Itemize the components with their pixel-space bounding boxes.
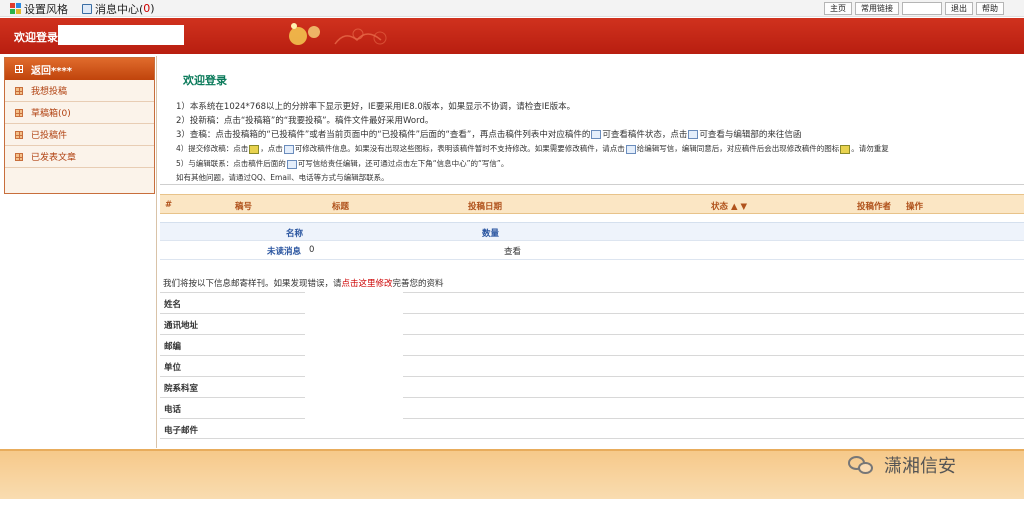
instruction-text: 可查看稿件状态，点击 [602, 130, 688, 140]
watermark-text: 潇湘信安 [884, 456, 956, 477]
expand-icon [15, 65, 23, 73]
messages-table-header: 名称 数量 [160, 222, 1024, 240]
unread-messages-count: 0 [309, 245, 315, 255]
col-date[interactable]: 投稿日期 [468, 200, 502, 212]
field-email: 电子邮件 [164, 426, 199, 436]
col-name: 名称 [286, 229, 304, 239]
col-number[interactable]: 稿号 [235, 200, 252, 212]
col-index: # [165, 200, 173, 210]
col-author[interactable]: 投稿作者 [857, 200, 891, 212]
write-letter-icon[interactable] [625, 144, 636, 154]
instruction-5: 5）与编辑联系：点击稿件后面的 可写信给责任编辑，还可通过点击左下角“信息中心”的… [176, 158, 508, 169]
sidebar-item-submit[interactable]: 我想投稿 [5, 80, 154, 102]
instruction-text: 5）与编辑联系：点击稿件后面的 [176, 159, 286, 168]
sidebar-item-label: 已投稿件 [31, 131, 68, 141]
message-count: 0 [143, 2, 151, 15]
wechat-icon [848, 454, 876, 476]
column-divider [156, 56, 157, 448]
instruction-6: 如有其他问题，请通过QQ、Email、电话等方式与编辑部联系。 [176, 173, 389, 182]
instruction-text: 可查看与编辑部的来往信函 [699, 130, 802, 140]
header-welcome: 欢迎登录 [14, 31, 58, 44]
top-toolbar: 设置风格 消息中心(0) 主页 常用链接 退出 帮助 [0, 0, 1024, 17]
instruction-4: 4）提交修改稿：点击 ，点击 可修改稿件信息。如果没有出现这些图标，表明该稿件暂时不… [176, 143, 889, 154]
page-title: 欢迎登录 [183, 74, 227, 87]
sidebar-item-submitted[interactable]: 已投稿件 [5, 124, 154, 146]
sidebar-item-label: 已发表文章 [31, 153, 77, 163]
note-text: 我们将按以下信息邮寄样刊。如果发现错误，请 [163, 279, 342, 289]
username-redacted [58, 25, 184, 45]
table-row: 姓名 [160, 292, 1024, 313]
field-department: 院系科室 [164, 384, 199, 394]
sidebar-item-label: 我想投稿 [31, 87, 68, 97]
message-center-label: 消息中心( [95, 2, 144, 16]
view-link[interactable]: 查看 [504, 245, 521, 257]
instruction-text: 3）查稿：点击投稿箱的“已投稿件”或者当前页面中的“已投稿件”后面的“查看”，再… [176, 130, 591, 140]
message-center-link[interactable]: 消息中心(0) [82, 1, 155, 17]
palette-icon [10, 3, 21, 14]
col-status[interactable]: 状态 ▲ ▼ [711, 200, 747, 212]
common-links-button[interactable]: 常用链接 [855, 2, 899, 15]
col-count: 数量 [482, 229, 500, 239]
field-name: 姓名 [164, 300, 182, 310]
grid-icon [15, 108, 23, 117]
table-row: 邮编 [160, 334, 1024, 355]
grid-icon [15, 152, 23, 161]
section-separator [160, 184, 1024, 185]
unread-messages-label: 未读消息 [267, 247, 302, 257]
table-bottom-border [160, 438, 1024, 439]
sidebar-back-label: 返回**** [31, 65, 72, 77]
col-title[interactable]: 标题 [332, 200, 349, 212]
table-row: 未读消息 0 查看 [160, 240, 1024, 260]
table-row: 电子邮件 [160, 418, 1024, 439]
magnifier-icon[interactable] [688, 130, 699, 139]
redacted-values [305, 292, 403, 444]
sidebar-item-drafts[interactable]: 草稿箱(0) [5, 102, 154, 124]
mailing-info-note: 我们将按以下信息邮寄样刊。如果发现错误，请点击这里修改完善您的资料 [163, 277, 444, 289]
table-row: 单位 [160, 355, 1024, 376]
festive-decoration-icon [289, 23, 387, 45]
table-row: 院系科室 [160, 376, 1024, 397]
sidebar-item-published[interactable]: 已发表文章 [5, 146, 154, 168]
field-organization: 单位 [164, 363, 182, 373]
instruction-1: 1）本系统在1024*768以上的分辨率下显示更好，IE要采用IE8.0版本，如… [176, 102, 576, 112]
home-button[interactable]: 主页 [824, 2, 852, 15]
upload-icon[interactable] [249, 144, 260, 154]
message-icon [82, 3, 92, 14]
field-postcode: 邮编 [164, 342, 182, 352]
edit-icon[interactable] [283, 144, 294, 154]
note-text: 完善您的资料 [392, 279, 444, 289]
instruction-3: 3）查稿：点击投稿箱的“已投稿件”或者当前页面中的“已投稿件”后面的“查看”，再… [176, 128, 801, 140]
watermark: 潇湘信安 [848, 452, 956, 478]
manuscripts-table-header: # 稿号 标题 投稿日期 状态 ▲ ▼ 投稿作者 操作 [160, 194, 1024, 214]
style-settings-link[interactable]: 设置风格 [10, 1, 68, 17]
grid-icon [15, 130, 23, 139]
sidebar-back[interactable]: 返回**** [5, 58, 154, 80]
instruction-text: 4）提交修改稿：点击 [176, 144, 249, 153]
col-action: 操作 [906, 202, 924, 212]
instruction-text: 。请勿重复 [851, 144, 889, 153]
blank-field[interactable] [902, 2, 942, 15]
sidebar-item-label: 草稿箱(0) [31, 109, 71, 119]
instruction-text: 给编辑写信，编辑同意后，对应稿件后会出现修改稿件的图标 [636, 144, 840, 153]
write-letter-icon[interactable] [286, 159, 297, 169]
help-button[interactable]: 帮助 [976, 2, 1004, 15]
instruction-text: 可写信给责任编辑，还可通过点击左下角“信息中心”的“写信”。 [297, 159, 509, 168]
pencil-icon[interactable] [591, 130, 602, 139]
grid-icon [15, 86, 23, 95]
logout-button[interactable]: 退出 [945, 2, 973, 15]
instruction-2: 2）投新稿：点击“投稿箱”的“我要投稿”。稿件文件最好采用Word。 [176, 116, 434, 126]
instruction-text: ，点击 [260, 144, 283, 153]
header-banner: 欢迎登录 [0, 18, 1024, 54]
sidebar: 返回**** 我想投稿 草稿箱(0) 已投稿件 已发表文章 [4, 57, 155, 194]
table-row: 电话 [160, 397, 1024, 418]
field-phone: 电话 [164, 405, 182, 415]
table-row: 通讯地址 [160, 313, 1024, 334]
field-address: 通讯地址 [164, 321, 199, 331]
edit-profile-link[interactable]: 点击这里修改 [342, 279, 393, 289]
revise-icon[interactable] [840, 144, 851, 154]
style-settings-label: 设置风格 [24, 2, 68, 16]
instruction-text: 可修改稿件信息。如果没有出现这些图标，表明该稿件暂时不支持修改。如果需要修改稿件… [294, 144, 625, 153]
message-center-close: ) [150, 2, 155, 15]
